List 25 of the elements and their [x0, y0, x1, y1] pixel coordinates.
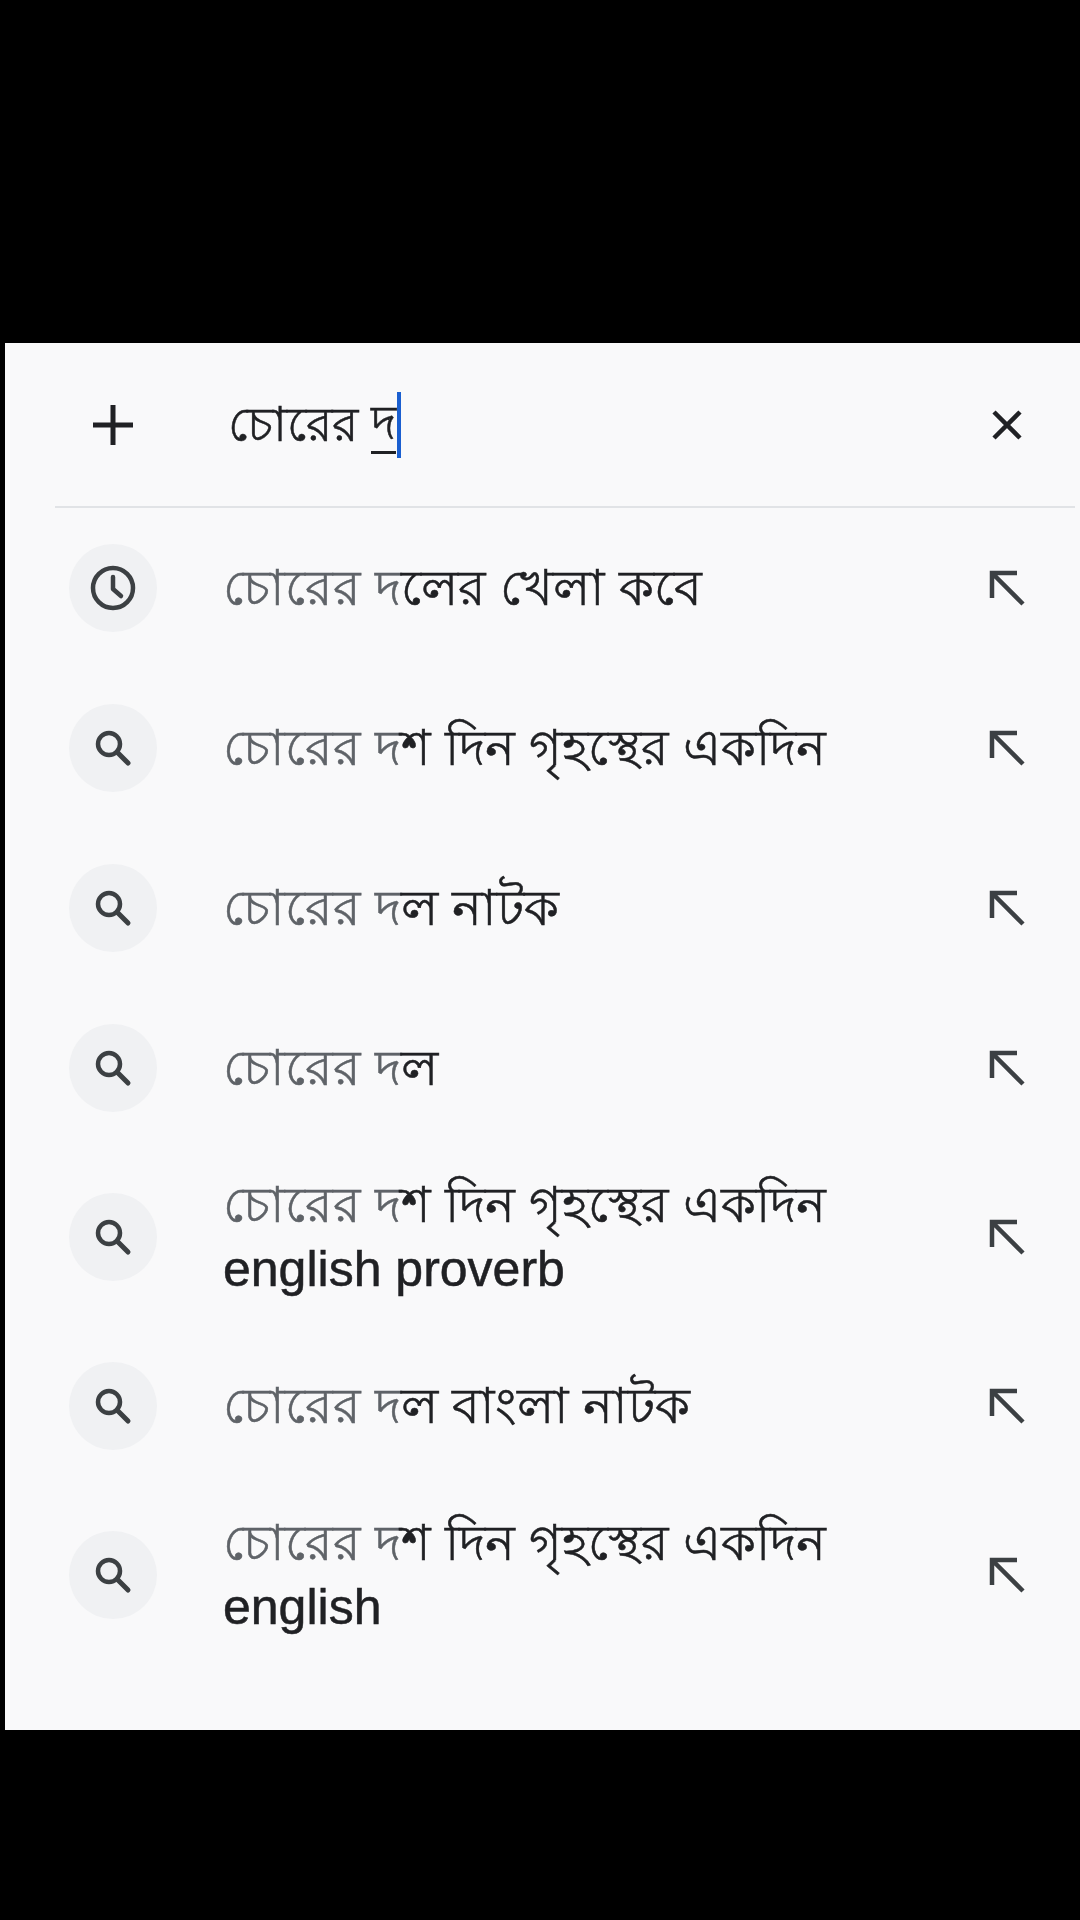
- search-icon: [69, 704, 157, 792]
- arrow-up-left-icon[interactable]: [987, 1555, 1027, 1595]
- search-icon: [69, 864, 157, 952]
- search-icon: [69, 1531, 157, 1619]
- search-icon: [69, 1362, 157, 1450]
- text-cursor-icon: [397, 391, 402, 458]
- search-icon: [69, 1193, 157, 1281]
- arrow-up-left-icon[interactable]: [987, 1386, 1027, 1426]
- close-icon[interactable]: [992, 409, 1022, 440]
- suggestion-text[interactable]: চোরের দশ দিন গৃহস্থের একদিন english: [223, 1511, 943, 1639]
- suggestion-text[interactable]: চোরের দল: [223, 1036, 438, 1100]
- arrow-up-left-icon[interactable]: [987, 1217, 1027, 1257]
- arrow-up-left-icon[interactable]: [987, 568, 1027, 608]
- suggestion-text[interactable]: চোরের দশ দিন গৃহস্থের একদিন: [223, 716, 826, 780]
- arrow-up-left-icon[interactable]: [987, 728, 1027, 768]
- arrow-up-left-icon[interactable]: [987, 888, 1027, 928]
- suggestion-text[interactable]: চোরের দশ দিন গৃহস্থের একদিন english proverb: [223, 1173, 943, 1301]
- arrow-up-left-icon[interactable]: [987, 1048, 1027, 1088]
- plus-icon[interactable]: [91, 402, 135, 447]
- search-field[interactable]: চোরের দ: [228, 391, 952, 458]
- clock-icon: [69, 544, 157, 632]
- search-icon: [69, 1024, 157, 1112]
- suggestion-text[interactable]: চোরের দলের খেলা কবে: [223, 556, 702, 620]
- suggestion-text[interactable]: চোরের দল নাটক: [223, 876, 559, 940]
- suggestion-text[interactable]: চোরের দল বাংলা নাটক: [223, 1374, 690, 1438]
